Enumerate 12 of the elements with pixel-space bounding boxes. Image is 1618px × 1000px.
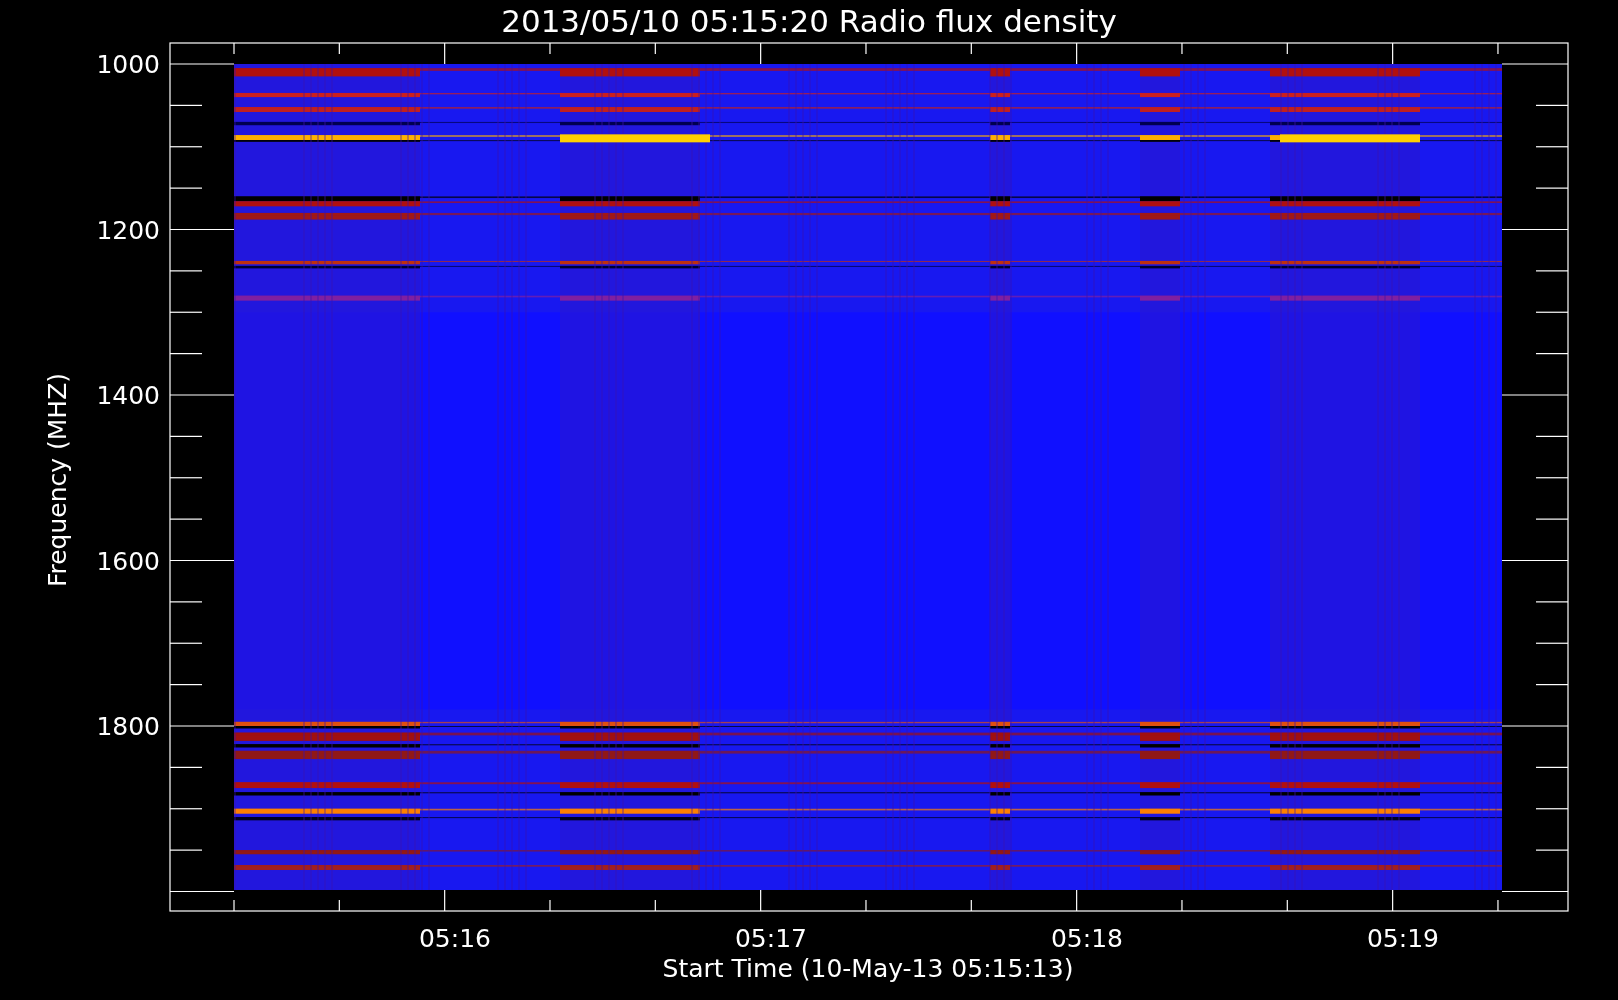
- y-tick-label: 1800: [96, 712, 160, 741]
- y-axis-label: Frequency (MHZ): [43, 372, 72, 588]
- chart-title: 2013/05/10 05:15:20 Radio flux density: [501, 3, 1117, 39]
- x-tick-label: 05:18: [1051, 924, 1123, 953]
- y-tick-label: 1000: [96, 50, 160, 79]
- x-tick-label: 05:19: [1367, 924, 1439, 953]
- x-tick-label: 05:17: [735, 924, 807, 953]
- x-tick-label: 05:16: [419, 924, 491, 953]
- y-tick-label: 1600: [96, 546, 160, 576]
- y-tick-label: 1200: [96, 215, 160, 245]
- x-axis-label: Start Time (10-May-13 05:15:13): [662, 954, 1074, 983]
- y-tick-label: 1400: [96, 381, 160, 410]
